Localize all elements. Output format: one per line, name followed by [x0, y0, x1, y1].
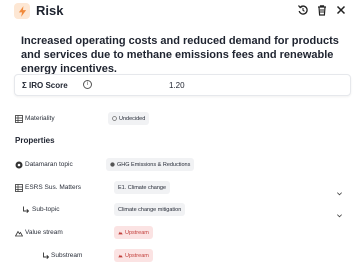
page-title: Risk — [36, 3, 64, 18]
circle-icon — [112, 116, 117, 121]
esrs-label: ESRS Sus. Matters — [25, 184, 81, 191]
datamaran-topic-row: Datamaran topic GHG Emissions & Reductio… — [0, 158, 355, 172]
topic-icon — [110, 162, 115, 167]
datamaran-topic-value: GHG Emissions & Reductions — [117, 161, 191, 168]
iro-score-value: 1.20 — [169, 81, 185, 90]
mountain-icon — [14, 228, 23, 237]
materiality-row: Materiality Undecided — [0, 112, 355, 126]
history-icon — [297, 5, 308, 15]
globe-icon — [14, 160, 23, 169]
close-button[interactable] — [334, 3, 348, 17]
datamaran-topic-label: Datamaran topic — [25, 161, 73, 168]
esrs-row: ESRS Sus. Matters E1. Climate change — [0, 181, 355, 196]
substream-row: Substream Upstream — [0, 249, 355, 263]
sub-topic-row: Sub-topic Climate change mitigation — [0, 203, 355, 218]
sub-topic-select[interactable]: Climate change mitigation — [114, 203, 186, 216]
sub-branch-icon — [41, 251, 50, 260]
value-stream-label: Value stream — [25, 229, 63, 236]
substream-label: Substream — [51, 252, 83, 259]
materiality-status-badge[interactable]: Undecided — [108, 112, 150, 125]
substream-chip[interactable]: Upstream — [114, 249, 153, 262]
value-stream-chip[interactable]: Upstream — [114, 226, 153, 239]
flash-icon — [14, 3, 30, 19]
iro-score-card: Σ IRO Score i 1.20 — [14, 74, 351, 96]
table-icon — [14, 183, 23, 192]
esrs-select[interactable]: E1. Climate change — [114, 181, 170, 194]
iro-score-label: Σ IRO Score — [22, 81, 68, 90]
datamaran-topic-chip[interactable]: GHG Emissions & Reductions — [106, 158, 195, 171]
mountain-icon — [118, 254, 123, 258]
mountain-icon — [118, 231, 123, 235]
substream-value: Upstream — [125, 252, 149, 259]
history-button[interactable] — [296, 3, 310, 17]
materiality-value: Undecided — [119, 115, 146, 122]
properties-title: Properties — [15, 136, 55, 145]
esrs-value: E1. Climate change — [118, 184, 166, 191]
chevron-down-icon[interactable] — [336, 206, 343, 218]
panel-header: Risk — [0, 0, 355, 24]
delete-button[interactable] — [315, 3, 329, 17]
info-icon[interactable]: i — [83, 80, 92, 89]
sub-topic-label: Sub-topic — [32, 206, 60, 213]
value-stream-value: Upstream — [125, 229, 149, 236]
value-stream-row: Value stream Upstream — [0, 226, 355, 240]
risk-description: Increased operating costs and reduced de… — [21, 35, 339, 75]
sub-branch-icon — [21, 205, 30, 214]
sub-topic-value: Climate change mitigation — [118, 206, 182, 213]
trash-icon — [318, 5, 326, 16]
materiality-label: Materiality — [25, 115, 55, 122]
close-icon — [336, 5, 346, 15]
chevron-down-icon[interactable] — [336, 184, 343, 196]
table-icon — [14, 114, 23, 123]
